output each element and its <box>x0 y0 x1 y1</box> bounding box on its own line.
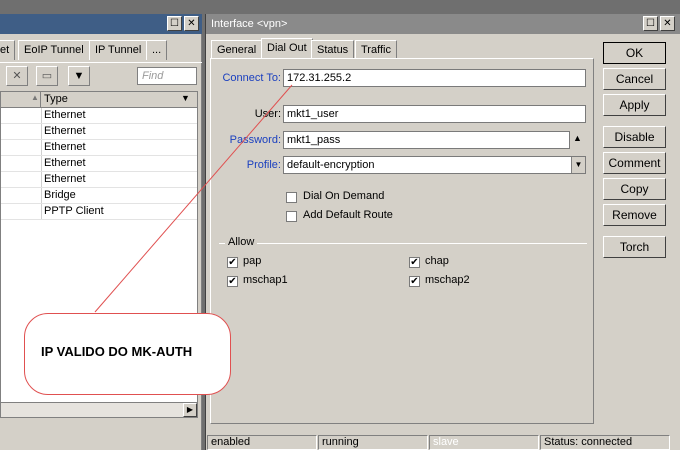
callout-text: IP VALIDO DO MK-AUTH <box>41 344 193 359</box>
callout-box: IP VALIDO DO MK-AUTH <box>24 313 231 395</box>
callout-line <box>94 84 293 313</box>
